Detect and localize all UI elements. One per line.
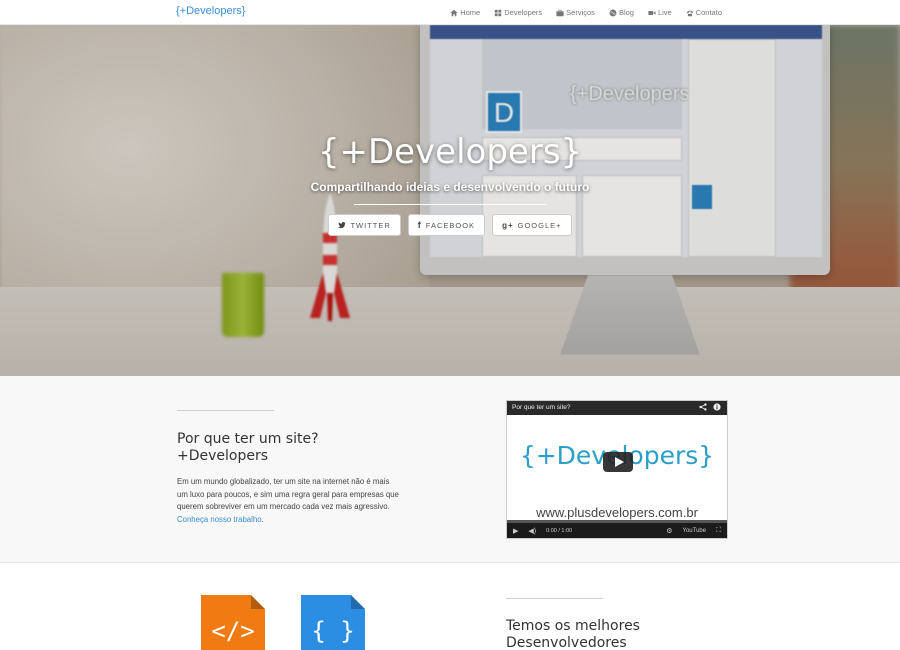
twitter-button[interactable]: TWITTER [328, 214, 401, 236]
json-file-label: { } [311, 617, 355, 645]
facebook-icon: f [417, 220, 422, 230]
html-file-icon: </> [201, 595, 265, 650]
youtube-logo[interactable]: YouTube [683, 528, 707, 534]
google-plus-icon: g+ [502, 220, 514, 230]
why-title-line1: Por que ter um site? [177, 431, 319, 447]
nav-item-home[interactable]: Home [450, 8, 480, 17]
home-icon [450, 9, 458, 16]
json-file-icon: { } [301, 595, 365, 650]
devs-title-line2: Desenvolvedores [506, 635, 627, 650]
video-title-bar: Por que ter um site? [507, 401, 727, 415]
briefcase-icon [556, 9, 564, 16]
brand-logo[interactable]: {+Developers} [176, 5, 245, 17]
social-buttons: TWITTER f FACEBOOK g+ GOOGLE+ [0, 214, 900, 236]
why-paragraph: Em um mundo globalizado, ter um site na … [177, 477, 399, 511]
nav-item-live[interactable]: Live [648, 8, 672, 17]
developers-section: </> { } Temos os melhores Desenvolvedore… [0, 564, 900, 650]
hero-divider [354, 204, 546, 205]
share-icon[interactable] [699, 403, 707, 411]
twitter-button-label: TWITTER [350, 220, 391, 230]
hero-subtitle: Compartilhando ideias e desenvolvendo o … [310, 180, 590, 194]
facebook-button-label: FACEBOOK [425, 220, 476, 230]
google-plus-button-label: GOOGLE+ [517, 220, 562, 230]
grid-icon [495, 9, 502, 16]
why-title-line2: +Developers [177, 448, 269, 464]
settings-icon[interactable]: ⚙ [666, 527, 672, 535]
devs-title-line1: Temos os melhores [506, 618, 640, 634]
why-section-text: Em um mundo globalizado, ter um site na … [177, 477, 399, 524]
phone-icon [686, 10, 693, 16]
why-section: Por que ter um site? +Developers Em um m… [0, 376, 900, 563]
play-button[interactable] [603, 452, 633, 472]
video-title: Por que ter um site? [512, 404, 571, 411]
hero-banner: D {+Developers} {+Developers} Compartilh… [0, 25, 900, 376]
nav-item-label: Contato [695, 8, 722, 17]
nav-item-label: Live [657, 8, 672, 17]
portfolio-link[interactable]: Conheça nosso trabalho [177, 515, 262, 524]
hero-title: {+Developers} [317, 132, 583, 172]
developers-section-title: Temos os melhores Desenvolvedores [506, 618, 640, 650]
twitter-icon [338, 221, 347, 229]
fullscreen-icon[interactable]: ⛶ [716, 527, 721, 535]
facebook-button[interactable]: f FACEBOOK [407, 214, 486, 236]
volume-icon[interactable]: ◀) [528, 527, 536, 535]
nav-menu: Home Developers Serviços Blog Live Conta… [436, 0, 722, 25]
nav-item-label: Blog [618, 8, 634, 17]
why-section-title: Por que ter um site? +Developers [177, 431, 319, 465]
navbar: {+Developers} Home Developers Serviços B… [0, 0, 900, 25]
globe-icon [609, 9, 617, 16]
nav-item-label: Serviços [566, 8, 595, 17]
nav-item-label: Home [460, 8, 481, 17]
play-icon[interactable]: ▶ [513, 527, 518, 535]
video-controls: ▶ ◀) 0:00 / 1:00 ⚙ YouTube ⛶ [507, 523, 727, 538]
html-file-label: </> [211, 617, 255, 645]
video-player[interactable]: Por que ter um site? {+Developers} www.p… [506, 400, 728, 539]
video-time: 0:00 / 1:00 [546, 527, 573, 534]
nav-item-developers[interactable]: Developers [494, 8, 542, 17]
video-url-text: www.plusdevelopers.com.br [536, 505, 698, 520]
nav-item-label: Developers [504, 8, 543, 17]
nav-item-servicos[interactable]: Serviços [556, 8, 595, 17]
info-icon[interactable] [713, 403, 721, 411]
section-divider [177, 410, 274, 411]
section-divider [506, 598, 603, 599]
nav-item-blog[interactable]: Blog [609, 8, 634, 17]
google-plus-button[interactable]: g+ GOOGLE+ [492, 214, 572, 236]
video-camera-icon [648, 10, 656, 15]
nav-item-contato[interactable]: Contato [686, 8, 722, 17]
